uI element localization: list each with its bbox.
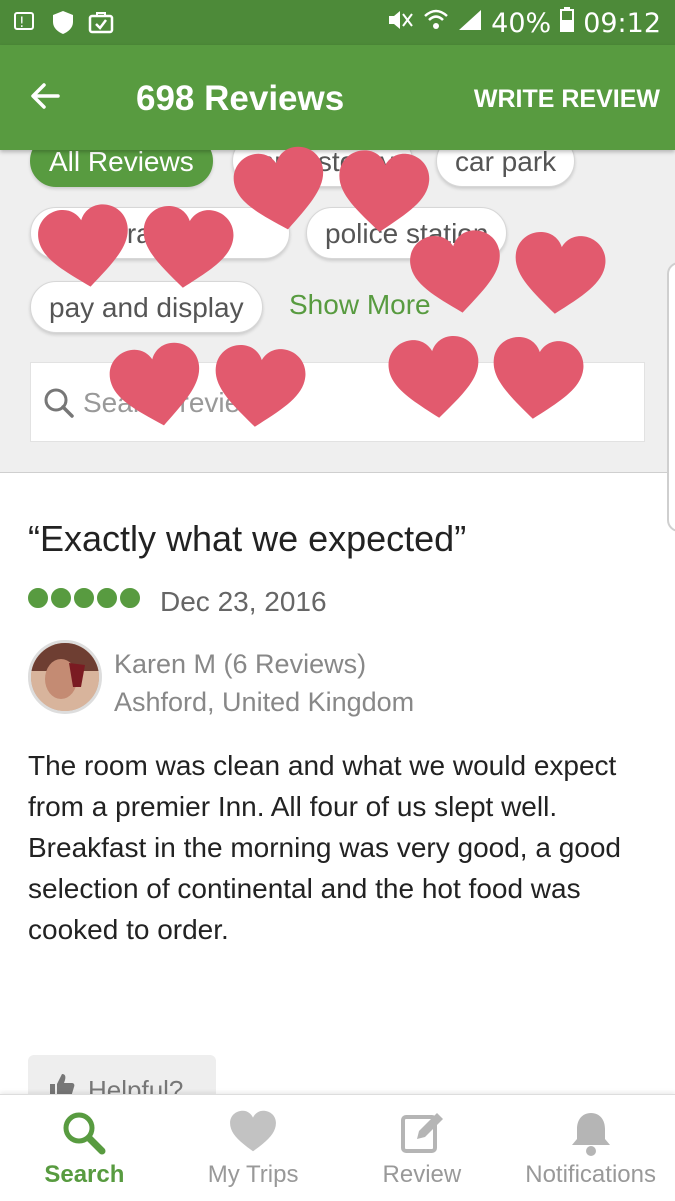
reviewer-location: Ashford, United Kingdom — [114, 687, 415, 717]
chip-pay-and-display[interactable]: pay and display — [30, 281, 263, 333]
status-bar: ! 40% 09:12 — [0, 0, 675, 45]
chip-restaurant[interactable]: restaurant — [30, 207, 290, 259]
briefcase-check-icon — [88, 9, 114, 35]
nav-my-trips[interactable]: My Trips — [169, 1095, 338, 1201]
nav-search-label: Search — [44, 1161, 125, 1188]
nav-review[interactable]: Review — [338, 1095, 507, 1201]
edit-icon — [400, 1113, 443, 1153]
avatar[interactable] — [28, 640, 102, 714]
bottom-navigation: Search My Trips Review Notifications — [0, 1094, 675, 1201]
nav-notifications[interactable]: Notifications — [506, 1095, 675, 1201]
review-title[interactable]: “Exactly what we expected” — [28, 518, 466, 560]
alert-icon: ! — [12, 9, 38, 35]
rating-bubbles — [28, 588, 140, 608]
wifi-icon — [423, 8, 449, 39]
heart-icon — [230, 1110, 277, 1152]
system-status: 40% 09:12 — [385, 7, 661, 40]
rating-bubble — [74, 588, 94, 608]
clock: 09:12 — [583, 8, 661, 39]
bell-icon — [571, 1113, 610, 1156]
search-icon — [63, 1112, 106, 1155]
chip-multi-storey[interactable]: multi storey — [232, 150, 414, 187]
edge-scroll-handle[interactable] — [667, 262, 675, 532]
nav-search[interactable]: Search — [0, 1095, 169, 1201]
rating-bubble — [120, 588, 140, 608]
search-input[interactable]: Search reviews — [30, 362, 645, 442]
shield-icon — [50, 9, 76, 35]
review-text: The room was clean and what we would exp… — [28, 750, 622, 945]
search-placeholder: Search reviews — [83, 387, 275, 418]
chip-car-park[interactable]: car park — [436, 150, 576, 187]
battery-icon — [559, 7, 575, 40]
chip-all-reviews[interactable]: All Reviews — [30, 150, 213, 187]
signal-icon — [457, 8, 483, 39]
show-more-link[interactable]: Show More — [289, 289, 431, 321]
nav-notifications-label: Notifications — [525, 1161, 656, 1188]
notification-icons: ! — [12, 9, 114, 35]
rating-bubble — [28, 588, 48, 608]
review-date: Dec 23, 2016 — [160, 586, 327, 617]
battery-text: 40% — [491, 8, 552, 39]
reviewer-info: Karen M (6 Reviews) Ashford, United King… — [114, 645, 414, 721]
page-title: 698 Reviews — [136, 79, 345, 118]
write-review-button[interactable]: WRITE REVIEW — [474, 85, 660, 114]
nav-my-trips-label: My Trips — [207, 1161, 299, 1188]
app-bar: 698 Reviews WRITE REVIEW — [0, 45, 675, 150]
back-arrow-icon[interactable] — [28, 78, 64, 114]
reviewer-name[interactable]: Karen M (6 Reviews) — [114, 645, 414, 683]
nav-review-label: Review — [382, 1161, 462, 1188]
review-filters: All Reviews multi storey car park restau… — [0, 150, 675, 473]
mute-icon — [385, 8, 415, 39]
chip-police-station[interactable]: police station — [306, 207, 508, 259]
rating-bubble — [51, 588, 71, 608]
svg-text:!: ! — [19, 15, 25, 31]
search-icon — [44, 388, 74, 418]
rating-bubble — [97, 588, 117, 608]
